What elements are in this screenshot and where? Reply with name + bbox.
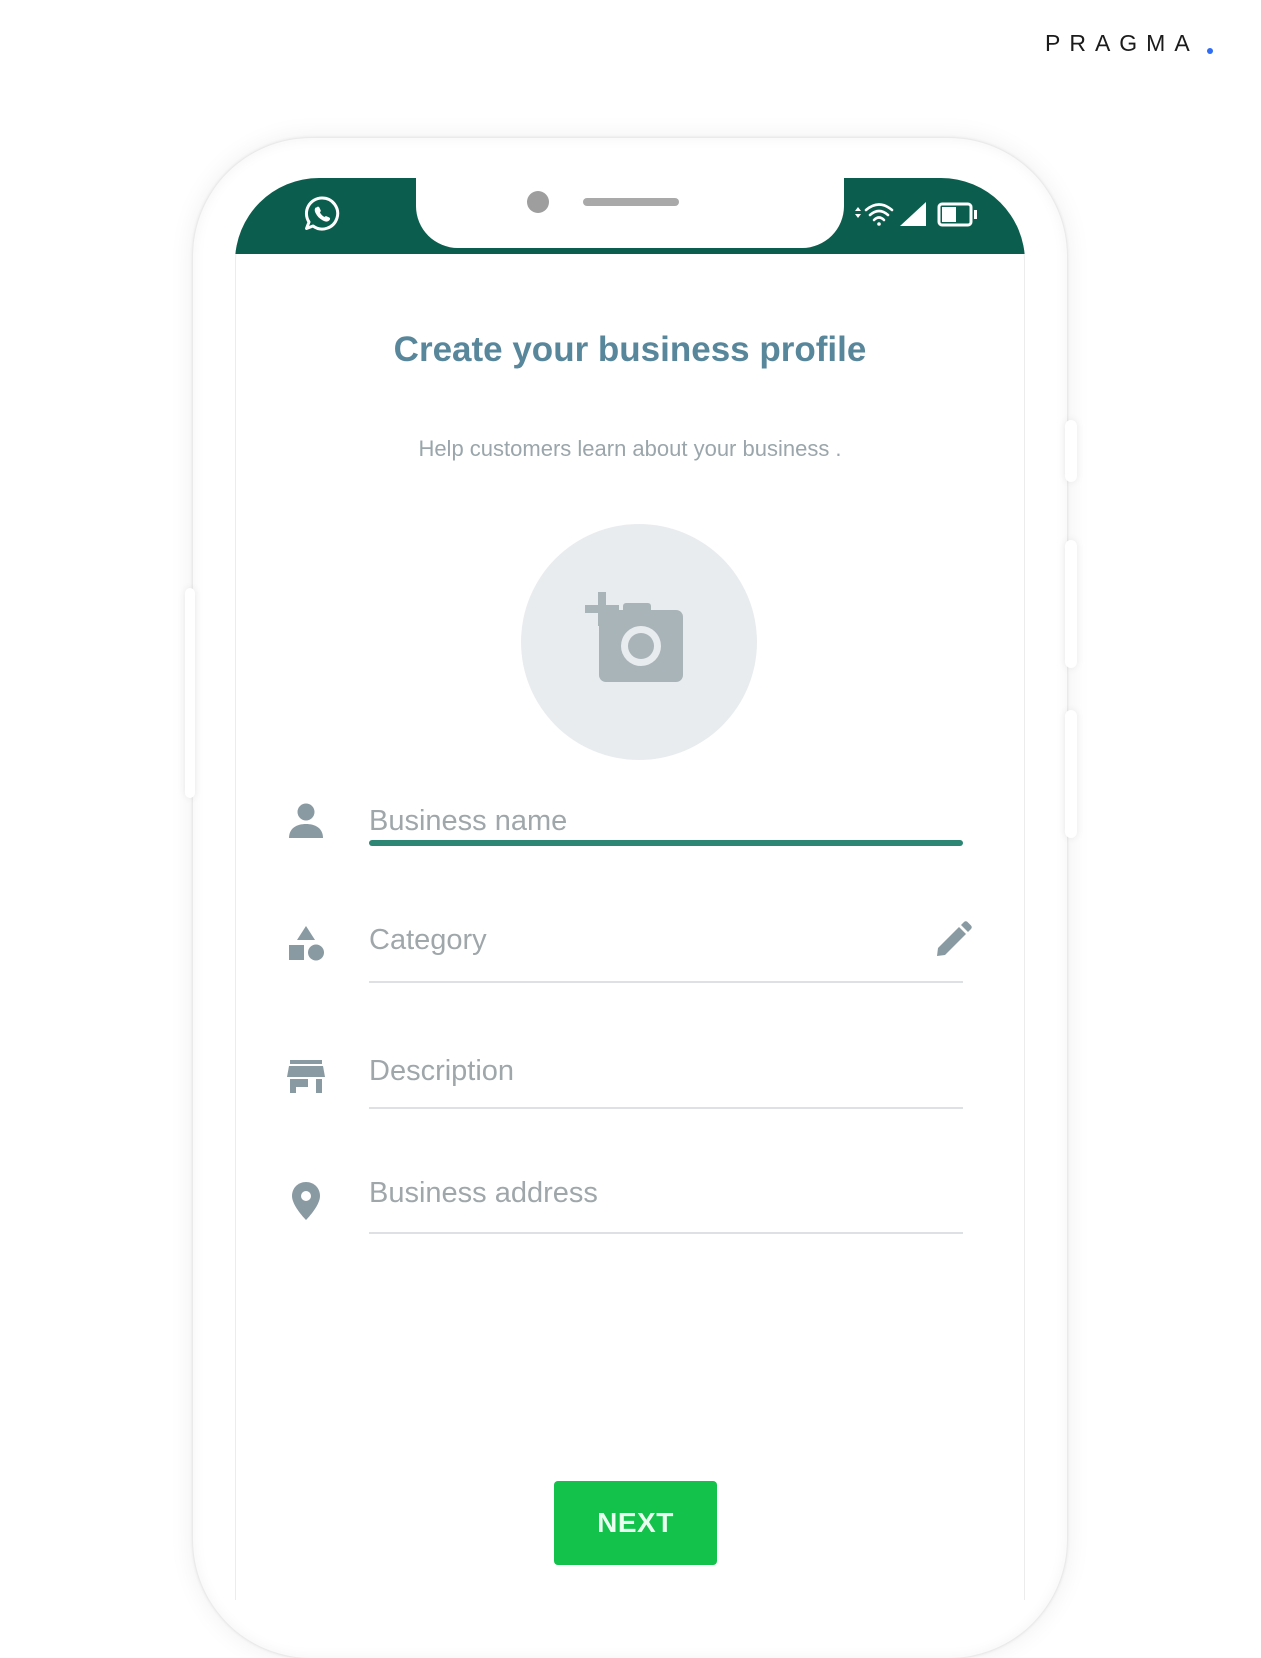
brand-logo: PRAGMA	[1045, 30, 1199, 56]
front-camera	[527, 191, 549, 213]
battery-icon	[937, 202, 977, 227]
add-photo-camera-icon	[585, 592, 683, 682]
description-underline	[369, 1107, 963, 1109]
screen-notch	[416, 178, 844, 248]
wifi-icon	[864, 203, 894, 226]
business-address-underline	[369, 1232, 963, 1234]
whatsapp-icon	[304, 196, 340, 231]
phone-side-button-right-top	[1065, 420, 1077, 482]
page-subtitle: Help customers learn about your business…	[418, 436, 842, 461]
business-address-placeholder: Business address	[369, 1177, 598, 1209]
data-arrows-icon	[855, 207, 861, 218]
signal-icon	[900, 202, 926, 226]
page-title: Create your business profile	[393, 330, 867, 369]
category-placeholder: Category	[369, 924, 487, 956]
category-underline	[369, 981, 963, 983]
description-field[interactable]: Description	[235, 1034, 1025, 1114]
business-name-placeholder: Business name	[369, 805, 568, 837]
brand-logo-dot	[1207, 48, 1213, 54]
business-name-field[interactable]: Business name	[235, 784, 1025, 864]
status-icons	[855, 202, 977, 227]
next-button[interactable]: NEXT	[554, 1481, 717, 1565]
business-address-field[interactable]: Business address	[235, 1160, 1025, 1240]
category-field[interactable]: Category	[235, 904, 1025, 984]
status-bar	[235, 178, 1025, 254]
phone-side-button-right-mid	[1065, 540, 1077, 668]
pencil-icon[interactable]	[933, 920, 973, 960]
business-name-underline	[369, 840, 963, 846]
phone-screen: Create your business profile Help custom…	[235, 178, 1025, 1600]
description-placeholder: Description	[369, 1055, 515, 1087]
phone-side-button-right-low	[1065, 710, 1077, 838]
category-shapes-icon	[289, 926, 324, 961]
person-icon	[289, 803, 323, 838]
location-pin-icon	[292, 1182, 320, 1220]
phone-side-button-left	[185, 588, 195, 798]
profile-photo-button[interactable]	[521, 524, 757, 760]
store-icon	[287, 1060, 325, 1093]
earpiece-speaker	[583, 198, 679, 206]
